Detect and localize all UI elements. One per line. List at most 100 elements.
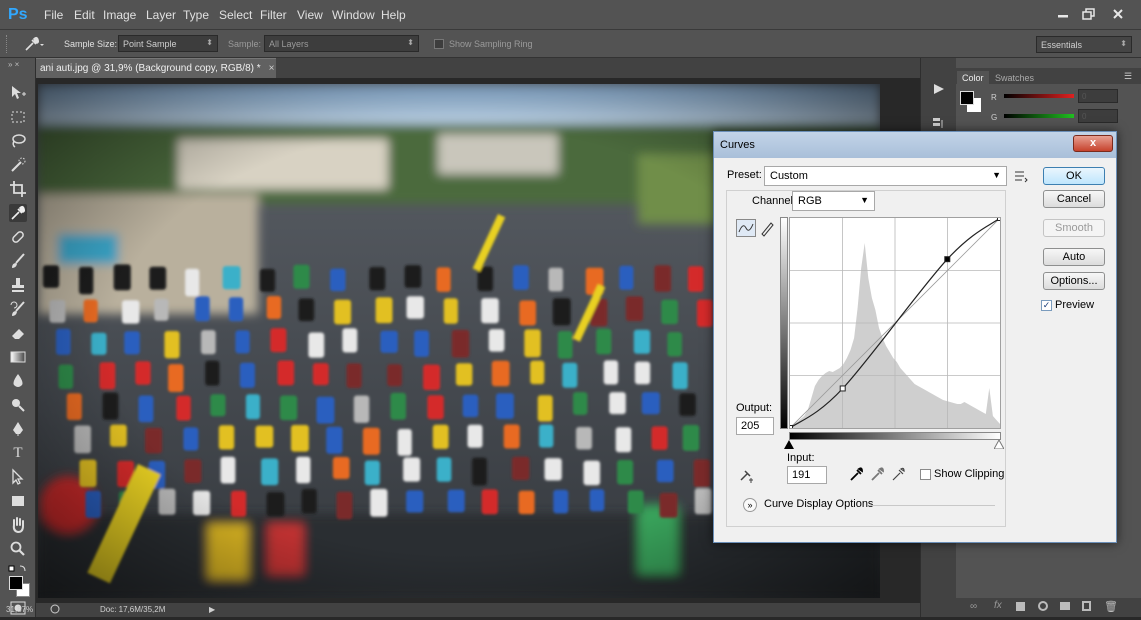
- swap-colors-icon[interactable]: [8, 564, 28, 574]
- eyedropper-icon[interactable]: [22, 36, 44, 55]
- preset-label: Preset:: [727, 169, 762, 181]
- curve-point-mode-icon[interactable]: [736, 219, 756, 237]
- curves-title-bar[interactable]: Curves x: [714, 132, 1116, 158]
- close-dialog-button[interactable]: x: [1073, 135, 1113, 152]
- layers-footer: ∞ fx 🗑: [956, 598, 1141, 617]
- hand-tool-icon[interactable]: [9, 516, 27, 534]
- workspace-value: Essentials: [1041, 40, 1083, 50]
- healing-brush-tool-icon[interactable]: [9, 228, 27, 246]
- tab-swatches[interactable]: Swatches: [990, 71, 1039, 85]
- menu-window[interactable]: Window: [332, 8, 375, 22]
- move-tool-icon[interactable]: [9, 84, 27, 102]
- cancel-button[interactable]: Cancel: [1043, 190, 1105, 208]
- menu-layer[interactable]: Layer: [146, 8, 176, 22]
- play-action-icon[interactable]: [931, 82, 947, 99]
- pencil-mode-icon[interactable]: [759, 219, 775, 237]
- panel-menu-icon[interactable]: ☰: [1124, 71, 1132, 82]
- new-group-icon[interactable]: [1060, 602, 1070, 610]
- smooth-button[interactable]: Smooth: [1043, 219, 1105, 237]
- adjustment-layer-icon[interactable]: [1038, 601, 1048, 611]
- chevron-down-icon: ▼: [992, 170, 1001, 180]
- trash-icon[interactable]: 🗑: [1104, 600, 1118, 613]
- eraser-tool-icon[interactable]: [9, 324, 27, 342]
- show-clipping-checkbox[interactable]: [920, 469, 931, 480]
- show-sampling-ring-checkbox[interactable]: [434, 39, 444, 49]
- auto-button[interactable]: Auto: [1043, 248, 1105, 266]
- menu-select[interactable]: Select: [219, 8, 252, 22]
- expand-chevron-icon[interactable]: »: [743, 498, 757, 512]
- tools-panel: » × T: [0, 58, 36, 617]
- white-eyedropper-icon[interactable]: [890, 467, 906, 486]
- sample-select[interactable]: All Layers ⬍: [264, 35, 419, 52]
- white-point-slider-icon[interactable]: [993, 438, 1005, 452]
- options-button[interactable]: Options...: [1043, 272, 1105, 290]
- foreground-color-swatch[interactable]: [960, 91, 974, 105]
- curve-point: [787, 425, 793, 431]
- r-value[interactable]: 0: [1078, 89, 1118, 103]
- on-image-adjust-icon[interactable]: [738, 468, 756, 487]
- menu-type[interactable]: Type: [183, 8, 209, 22]
- g-value[interactable]: 0: [1078, 109, 1118, 123]
- g-slider[interactable]: [1004, 114, 1074, 118]
- brush-tool-icon[interactable]: [9, 252, 27, 270]
- close-tab-icon[interactable]: ×: [269, 63, 275, 74]
- document-tab-title: ani auti.jpg @ 31,9% (Background copy, R…: [40, 63, 261, 74]
- add-mask-icon[interactable]: [1016, 602, 1025, 611]
- path-selection-tool-icon[interactable]: [9, 468, 27, 486]
- r-channel-label: R: [991, 93, 997, 102]
- input-field[interactable]: 191: [787, 466, 827, 484]
- history-brush-tool-icon[interactable]: [9, 300, 27, 318]
- channel-select[interactable]: RGB ▼: [792, 191, 875, 211]
- gradient-tool-icon[interactable]: [9, 348, 27, 366]
- eyedropper-tool-icon[interactable]: [9, 204, 27, 222]
- curve-graph[interactable]: [787, 215, 1003, 431]
- type-tool-icon[interactable]: T: [9, 444, 27, 462]
- lasso-tool-icon[interactable]: [9, 132, 27, 150]
- sample-size-label: Sample Size:: [64, 39, 118, 49]
- play-arrow-icon[interactable]: ▶: [209, 605, 215, 614]
- pen-tool-icon[interactable]: [9, 420, 27, 438]
- output-field[interactable]: 205: [736, 417, 774, 435]
- gray-eyedropper-icon[interactable]: [869, 467, 885, 486]
- menu-file[interactable]: File: [44, 8, 63, 22]
- zoom-level[interactable]: 31,87%: [6, 605, 33, 614]
- foreground-color-swatch[interactable]: [9, 576, 23, 590]
- new-layer-icon[interactable]: [1082, 601, 1091, 611]
- clone-stamp-tool-icon[interactable]: [9, 276, 27, 294]
- black-eyedropper-icon[interactable]: [848, 467, 864, 486]
- sample-label: Sample:: [228, 39, 262, 49]
- menu-help[interactable]: Help: [381, 8, 406, 22]
- menu-image[interactable]: Image: [103, 8, 136, 22]
- sample-size-select[interactable]: Point Sample ⬍: [118, 35, 218, 52]
- document-tab[interactable]: ani auti.jpg @ 31,9% (Background copy, R…: [36, 58, 276, 78]
- blur-tool-icon[interactable]: [9, 372, 27, 390]
- dodge-tool-icon[interactable]: [9, 396, 27, 414]
- black-point-slider-icon[interactable]: [784, 440, 794, 452]
- crop-tool-icon[interactable]: [9, 180, 27, 198]
- menu-filter[interactable]: Filter: [260, 8, 287, 22]
- share-icon[interactable]: [50, 604, 60, 614]
- ok-button[interactable]: OK: [1043, 167, 1105, 185]
- menu-edit[interactable]: Edit: [74, 8, 95, 22]
- menu-view[interactable]: View: [297, 8, 323, 22]
- restore-icon[interactable]: [1076, 5, 1102, 23]
- curve-display-options-label[interactable]: Curve Display Options: [764, 498, 873, 510]
- close-icon[interactable]: [1105, 5, 1131, 23]
- grip-handle[interactable]: [6, 35, 10, 53]
- fx-icon[interactable]: fx: [994, 600, 1002, 611]
- rectangle-tool-icon[interactable]: [9, 492, 27, 510]
- chevron-down-icon: ▼: [860, 195, 869, 205]
- collapse-icon[interactable]: » ×: [8, 60, 32, 69]
- preview-checkbox[interactable]: ✓: [1041, 300, 1052, 311]
- curve-point: [944, 256, 951, 263]
- preset-options-icon[interactable]: [1014, 169, 1028, 186]
- link-layers-icon[interactable]: ∞: [970, 601, 977, 612]
- workspace-select[interactable]: Essentials ⬍: [1036, 36, 1132, 53]
- minimize-icon[interactable]: [1050, 5, 1076, 23]
- preset-select[interactable]: Custom ▼: [764, 166, 1007, 186]
- zoom-tool-icon[interactable]: [9, 540, 27, 558]
- quick-selection-tool-icon[interactable]: [9, 156, 27, 174]
- marquee-tool-icon[interactable]: [9, 108, 27, 126]
- r-slider[interactable]: [1004, 94, 1074, 98]
- tab-color[interactable]: Color: [957, 71, 989, 85]
